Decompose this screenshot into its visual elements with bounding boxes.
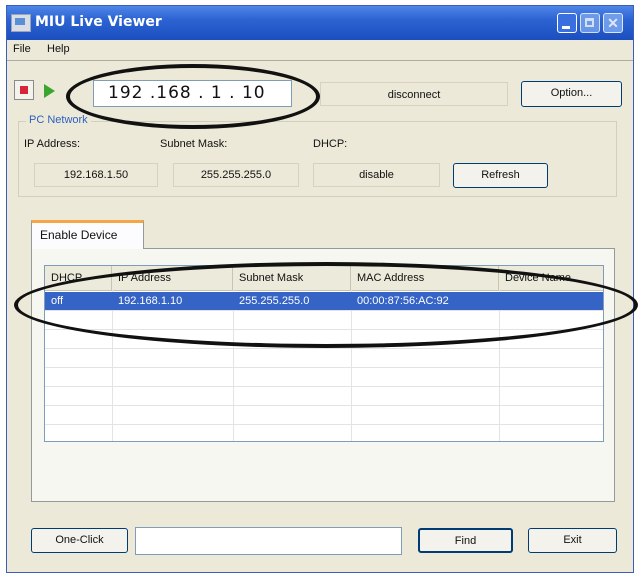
table-row-empty[interactable] <box>45 311 603 330</box>
close-button[interactable]: ✕ <box>603 13 623 33</box>
play-icon[interactable] <box>44 84 55 98</box>
pc-subnet-value: 255.255.255.0 <box>173 163 299 187</box>
table-header: DHCP IP Address Subnet Mask MAC Address … <box>45 266 603 291</box>
table-row-empty[interactable] <box>45 368 603 387</box>
one-click-button[interactable]: One-Click <box>31 528 128 553</box>
menu-file-label: File <box>13 43 31 55</box>
table-row-empty[interactable] <box>45 425 603 441</box>
option-button[interactable]: Option... <box>521 81 622 107</box>
table-row-empty[interactable] <box>45 387 603 406</box>
menu-separator <box>7 60 633 61</box>
dhcp-label: DHCP: <box>313 138 348 150</box>
ip-address-input[interactable]: 192 .168 . 1 . 10 <box>93 80 292 107</box>
status-input[interactable] <box>135 527 402 555</box>
menu-file[interactable]: File <box>13 43 31 55</box>
tab-enable-device[interactable]: Enable Device <box>31 220 144 249</box>
title-bar[interactable]: MIU Live Viewer ✕ <box>7 6 633 40</box>
column-header-dhcp[interactable]: DHCP <box>45 266 112 290</box>
table-row-empty[interactable] <box>45 406 603 425</box>
menu-bar: File Help <box>7 40 633 60</box>
pc-network-title: PC Network <box>26 114 91 126</box>
device-table[interactable]: DHCP IP Address Subnet Mask MAC Address … <box>44 265 604 442</box>
cell-device-name <box>499 292 603 310</box>
menu-help-label: Help <box>47 43 70 55</box>
maximize-button[interactable] <box>580 13 600 33</box>
refresh-button[interactable]: Refresh <box>453 163 548 188</box>
table-row-empty[interactable] <box>45 330 603 349</box>
minimize-button[interactable] <box>557 13 577 33</box>
connection-status: disconnect <box>320 82 508 106</box>
exit-button[interactable]: Exit <box>528 528 617 553</box>
column-header-device-name[interactable]: Device Name <box>499 266 603 290</box>
app-icon <box>11 14 31 32</box>
find-button[interactable]: Find <box>418 528 513 553</box>
cell-ip: 192.168.1.10 <box>118 295 183 307</box>
pc-ip-value: 192.168.1.50 <box>34 163 158 187</box>
stop-button[interactable] <box>14 80 34 100</box>
subnet-mask-label: Subnet Mask: <box>160 138 228 150</box>
table-row[interactable]: off 192.168.1.10 255.255.255.0 00:00:87:… <box>45 292 603 311</box>
cell-subnet: 255.255.255.0 <box>239 295 310 307</box>
pc-dhcp-value: disable <box>313 163 440 187</box>
column-header-ip[interactable]: IP Address <box>112 266 233 290</box>
cell-dhcp: off <box>51 295 64 307</box>
column-header-mac[interactable]: MAC Address <box>351 266 499 290</box>
window-title: MIU Live Viewer <box>35 14 162 30</box>
column-header-subnet[interactable]: Subnet Mask <box>233 266 351 290</box>
cell-mac: 00:00:87:56:AC:92 <box>357 295 449 307</box>
table-row-empty[interactable] <box>45 349 603 368</box>
menu-help[interactable]: Help <box>47 43 70 55</box>
ip-address-label: IP Address: <box>24 138 81 150</box>
